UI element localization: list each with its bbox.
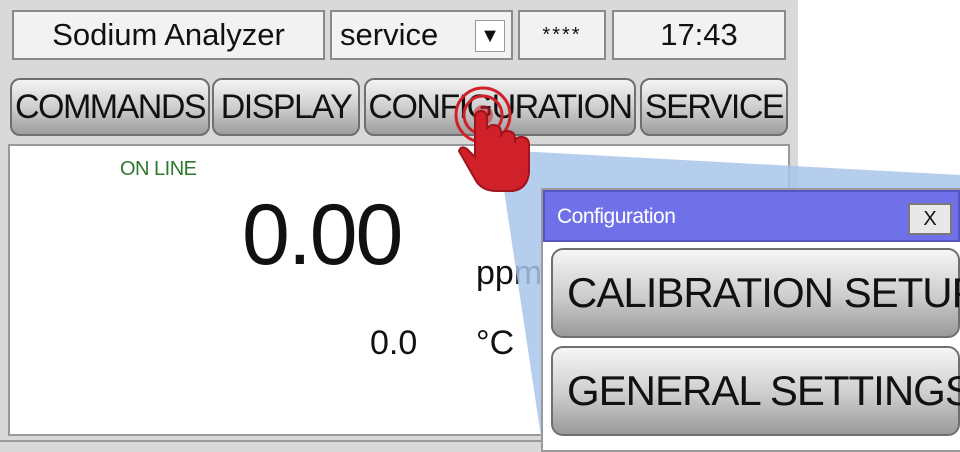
user-select[interactable]: service ▼ [330,10,513,60]
general-settings-button[interactable]: GENERAL SETTINGS [551,346,960,436]
status-indicator: ON LINE [120,158,197,180]
touch-hand-icon [454,86,530,192]
popup-title-bar: Configuration X [543,190,960,242]
tab-display[interactable]: DISPLAY [212,78,360,136]
measurement-value: 0.00 [242,187,403,283]
tab-service[interactable]: SERVICE [640,78,788,136]
configuration-popup: Configuration X CALIBRATION SETUP GENERA… [543,190,960,450]
user-select-value: service [340,17,439,52]
temperature-value: 0.0 [370,324,418,362]
password-field[interactable]: **** [518,10,606,60]
measurement-unit: ppm [476,254,543,292]
main-tabs: COMMANDS DISPLAY CONFIGURATION SERVICE [0,74,798,140]
dropdown-arrow-icon[interactable]: ▼ [475,20,505,52]
calibration-setup-button[interactable]: CALIBRATION SETUP [551,248,960,338]
popup-title: Configuration [557,205,676,228]
clock: 17:43 [612,10,786,60]
status-bar: Sodium Analyzer service ▼ **** 17:43 [0,0,798,72]
close-button[interactable]: X [908,203,952,235]
temperature-unit: °C [476,324,515,362]
tab-commands[interactable]: COMMANDS [10,78,210,136]
app-title: Sodium Analyzer [12,10,325,60]
